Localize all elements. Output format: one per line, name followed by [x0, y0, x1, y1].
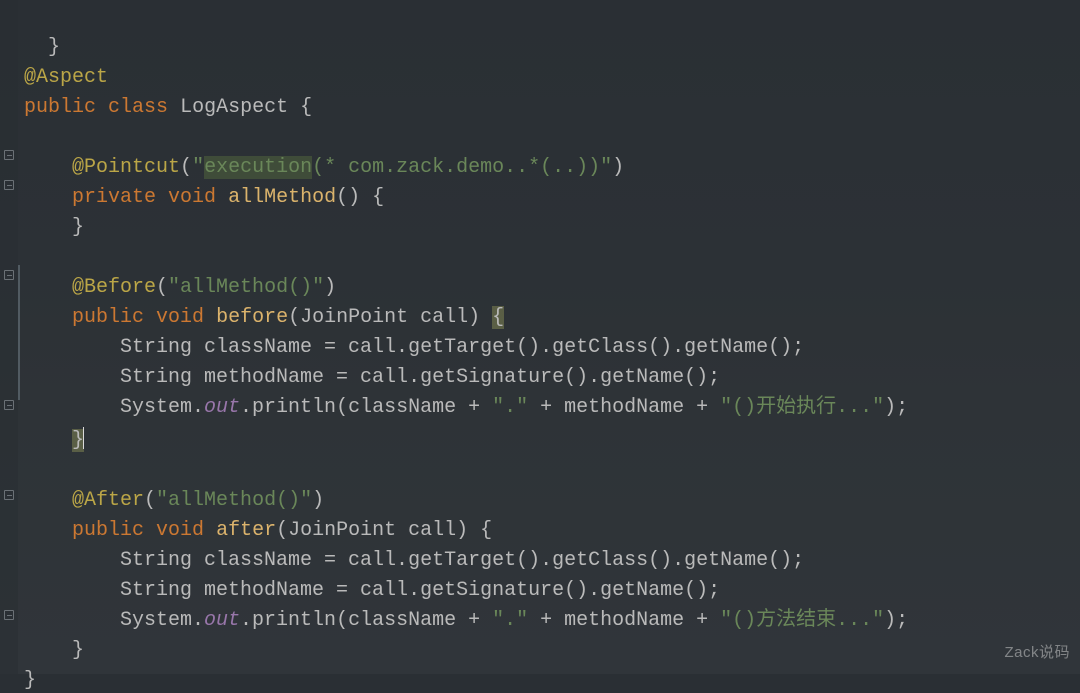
fold-marker-icon[interactable]: [4, 610, 14, 620]
code-line: @Pointcut("execution(* com.zack.demo..*(…: [24, 156, 624, 179]
code-line: System.out.println(className + "." + met…: [24, 609, 908, 632]
text-caret: [83, 427, 84, 449]
code-line: public class LogAspect {: [24, 96, 312, 119]
code-line: public void after(JoinPoint call) {: [24, 519, 492, 542]
code-line: }: [24, 639, 84, 662]
code-line: String className = call.getTarget().getC…: [24, 549, 804, 572]
code-line: }: [24, 429, 84, 452]
fold-marker-icon[interactable]: [4, 490, 14, 500]
watermark: Zack说码: [1004, 638, 1070, 668]
code-line: }: [24, 669, 36, 692]
code-line: System.out.println(className + "." + met…: [24, 396, 908, 419]
code-line: private void allMethod() {: [24, 186, 384, 209]
code-line: String methodName = call.getSignature().…: [24, 579, 720, 602]
code-line: String className = call.getTarget().getC…: [24, 336, 804, 359]
fold-marker-icon[interactable]: [4, 150, 14, 160]
implementation-hint-bar: [18, 265, 20, 400]
fold-marker-icon[interactable]: [4, 180, 14, 190]
code-line: String methodName = call.getSignature().…: [24, 366, 720, 389]
code-line: @After("allMethod()"): [24, 489, 324, 512]
code-line: }: [24, 36, 60, 59]
fold-marker-icon[interactable]: [4, 270, 14, 280]
fold-marker-icon[interactable]: [4, 400, 14, 410]
code-editor[interactable]: } @Aspect public class LogAspect { @Poin…: [24, 3, 1080, 693]
code-line: }: [24, 216, 84, 239]
code-line: @Before("allMethod()"): [24, 276, 336, 299]
code-line: public void before(JoinPoint call) {: [24, 306, 504, 329]
gutter: [0, 0, 18, 674]
code-line: @Aspect: [24, 66, 108, 89]
